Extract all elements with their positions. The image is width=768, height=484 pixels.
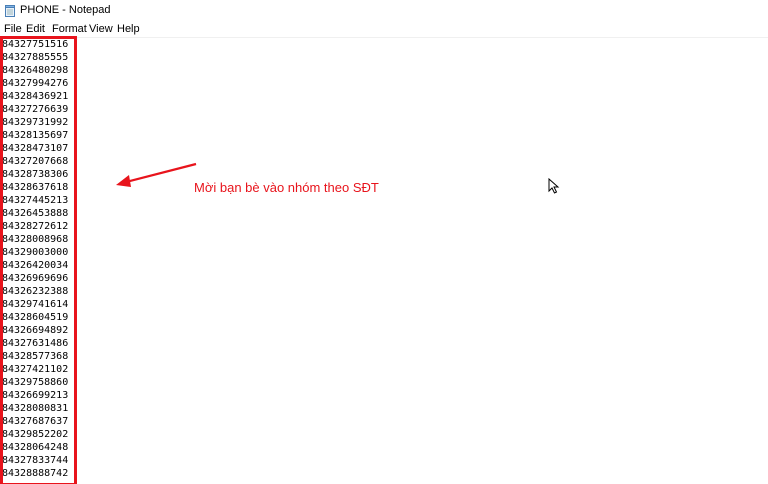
text-line: 84327276639 [2, 104, 69, 115]
text-line: 84328080831 [2, 403, 69, 414]
text-editor[interactable]: 84327751516 84327885555 84326480298 8432799… [0, 37, 768, 484]
text-line: 84326420034 [2, 260, 69, 271]
menu-file[interactable]: File [4, 23, 22, 35]
annotation-text: Mời bạn bè vào nhóm theo SĐT [194, 180, 379, 195]
menu-format[interactable]: Format [52, 23, 87, 35]
text-line: 84326453888 [2, 208, 69, 219]
text-line: 84328135697 [2, 130, 69, 141]
text-line: 84329731992 [2, 117, 69, 128]
text-line: 84326694892 [2, 325, 69, 336]
text-lines: 84327751516 84327885555 84326480298 8432799… [2, 38, 68, 480]
text-line: 84327421102 [2, 364, 69, 375]
text-line: 84329741614 [2, 299, 69, 310]
menu-view[interactable]: View [89, 23, 113, 35]
text-line: 84328577368 [2, 351, 69, 362]
text-line: 84327207668 [2, 156, 69, 167]
text-line: 84328436921 [2, 91, 69, 102]
text-line: 84329758860 [2, 377, 69, 388]
text-line: 84329003000 [2, 247, 69, 258]
text-line: 84328604519 [2, 312, 69, 323]
text-line: 84328637618 [2, 182, 69, 193]
menu-edit[interactable]: Edit [26, 23, 45, 35]
text-line: 84326969696 [2, 273, 69, 284]
window-title: PHONE - Notepad [20, 4, 111, 16]
text-line: 84327687637 [2, 416, 69, 427]
text-line: 84328008968 [2, 234, 69, 245]
menu-bar: File Edit Format View Help [0, 22, 768, 37]
text-line: 84326480298 [2, 65, 69, 76]
text-line: 84328473107 [2, 143, 69, 154]
text-line: 84326232388 [2, 286, 69, 297]
notepad-window: PHONE - Notepad File Edit Format View He… [0, 0, 768, 484]
text-line: 84327885555 [2, 52, 69, 63]
text-line: 84327631486 [2, 338, 69, 349]
text-line: 84328064248 [2, 442, 69, 453]
text-line: 84326699213 [2, 390, 69, 401]
title-bar[interactable]: PHONE - Notepad [0, 0, 768, 22]
notepad-icon [5, 5, 15, 17]
text-line: 84329852202 [2, 429, 69, 440]
text-line: 84327751516 [2, 39, 69, 50]
menu-help[interactable]: Help [117, 23, 140, 35]
text-line: 84327445213 [2, 195, 69, 206]
text-line: 84328888742 [2, 468, 69, 479]
text-line: 84327833744 [2, 455, 69, 466]
text-line: 84328738306 [2, 169, 69, 180]
text-line: 84327994276 [2, 78, 69, 89]
text-line: 84328272612 [2, 221, 69, 232]
